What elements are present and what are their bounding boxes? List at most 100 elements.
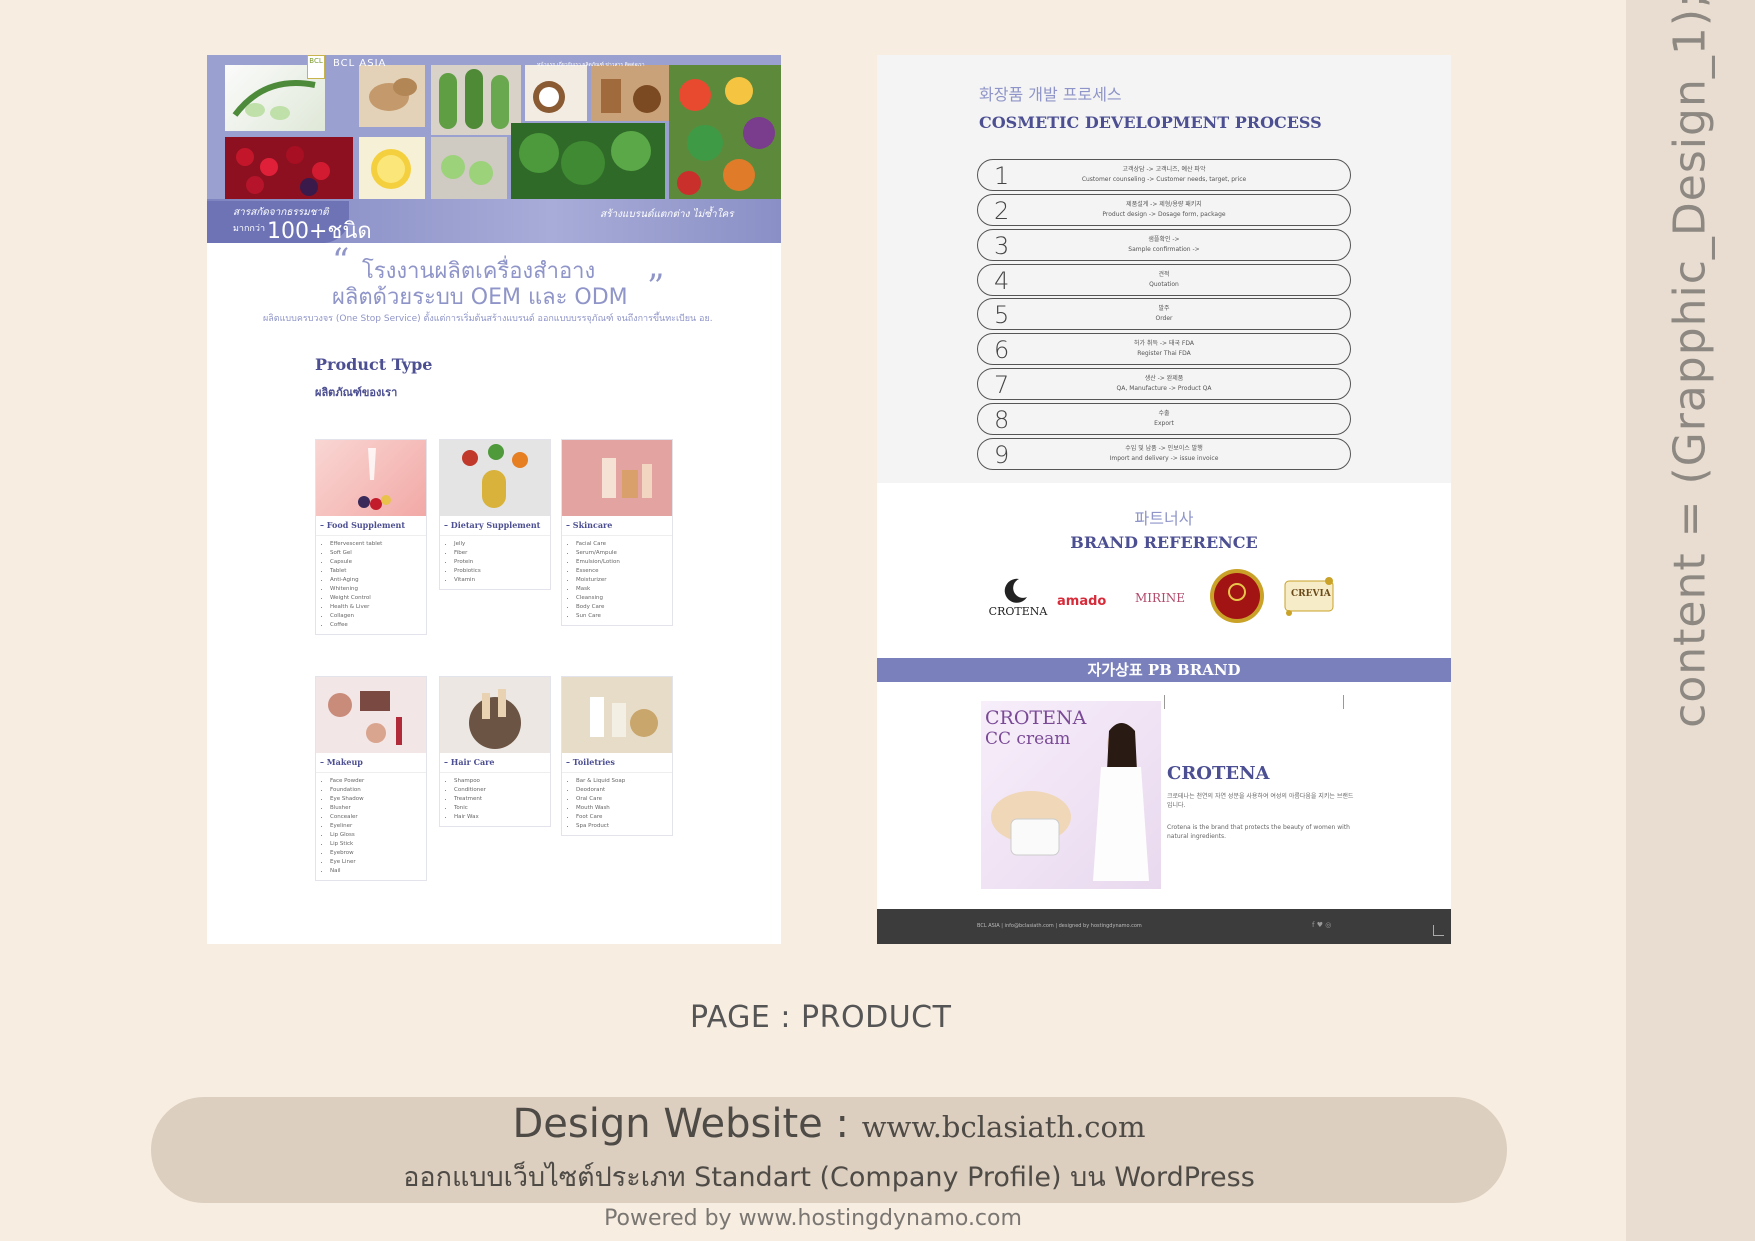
card-list: Shampoo Conditioner Treatment Tonic Hair… xyxy=(440,773,550,826)
step-en: Register Thai FDA xyxy=(1137,350,1191,357)
toiletries-image xyxy=(562,677,672,753)
card-title: – Dietary Supplement xyxy=(440,516,550,536)
step-kr: 허가 취득 -> 태국 FDA xyxy=(1133,340,1194,347)
step-kr: 고객상담 -> 고객니즈, 예산 파악 xyxy=(1122,166,1206,173)
brand-label: amado xyxy=(1057,594,1107,609)
step-kr: 발주 xyxy=(1158,305,1170,312)
step-kr: 샘플확인 -> xyxy=(1148,236,1180,243)
open-quote: “ xyxy=(332,241,350,281)
list-item: Serum/Ampule xyxy=(576,549,668,558)
card-title: – Hair Care xyxy=(440,753,550,773)
list-item: Tablet xyxy=(330,567,422,576)
hero-tagline: สร้างแบรนด์แตกต่าง ไม่ซ้ำใคร xyxy=(600,209,734,220)
product-type-title: Product Type xyxy=(315,355,433,374)
headline-line2: ผลิตด้วยระบบ OEM และ ODM xyxy=(332,285,628,310)
crotena-title: CROTENA xyxy=(1167,763,1270,784)
card-title: – Makeup xyxy=(316,753,426,773)
lemon-image xyxy=(359,137,425,199)
product-card-toiletries[interactable]: – Toiletries Bar & Liquid Soap Deodorant… xyxy=(561,676,673,836)
list-item: Lip Stick xyxy=(330,840,422,849)
brand-logo-amado[interactable]: amado xyxy=(1057,590,1106,609)
brand-logo-seal[interactable] xyxy=(1209,568,1265,628)
design-website-line: Design Website : www.bclasiath.com xyxy=(151,1101,1507,1147)
list-item: Foundation xyxy=(330,786,422,795)
list-item: Oral Care xyxy=(576,795,668,804)
process-step: 4 견적 Quotation xyxy=(977,264,1351,296)
list-item: Body Care xyxy=(576,603,668,612)
scroll-top-icon[interactable] xyxy=(1433,925,1444,936)
process-step: 7 생산 -> 완제품 QA, Manufacture -> Product QA xyxy=(977,368,1351,400)
list-item: Blusher xyxy=(330,804,422,813)
nav-menu[interactable]: หน้าแรก เกี่ยวกับเรา ผลิตภัณฑ์ ข่าวสาร ต… xyxy=(537,61,645,69)
design-website-url[interactable]: www.bclasiath.com xyxy=(862,1110,1146,1144)
list-item: Eyebrow xyxy=(330,849,422,858)
list-item: Mask xyxy=(576,585,668,594)
divider-line xyxy=(1343,695,1344,709)
product-card-skincare[interactable]: – Skincare Facial Care Serum/Ampule Emul… xyxy=(561,439,673,626)
list-item: Protein xyxy=(454,558,546,567)
hero-badge-line2: มากกว่า xyxy=(233,224,265,234)
list-item: Emulsion/Lotion xyxy=(576,558,668,567)
headline-subtext: ผลิตแบบครบวงจร (One Stop Service) ตั้งแต… xyxy=(263,314,713,324)
list-item: Probiotics xyxy=(454,567,546,576)
card-title: – Food Supplement xyxy=(316,516,426,536)
list-item: Cleansing xyxy=(576,594,668,603)
product-card-makeup[interactable]: – Makeup Face Powder Foundation Eye Shad… xyxy=(315,676,427,881)
pb-brand-band: 자가상표 PB BRAND xyxy=(877,658,1451,682)
card-title: – Toiletries xyxy=(562,753,672,773)
list-item: Vitamin xyxy=(454,576,546,585)
side-label: content = (Grapphic_Design_1); xyxy=(1664,0,1716,728)
step-en: Export xyxy=(1154,420,1174,427)
brand-logo-mirine[interactable]: MIRINE xyxy=(1135,587,1185,606)
ad-artwork xyxy=(991,723,1149,881)
ginger-image xyxy=(359,65,425,127)
list-item: Capsule xyxy=(330,558,422,567)
social-icons[interactable]: f ♥ ◎ xyxy=(1312,921,1331,929)
process-step: 5 발주 Order xyxy=(977,298,1351,330)
list-item: Eye Shadow xyxy=(330,795,422,804)
product-card-dietary-supplement[interactable]: – Dietary Supplement Jelly Fiber Protein… xyxy=(439,439,551,590)
list-item: Whitening xyxy=(330,585,422,594)
product-card-hair-care[interactable]: – Hair Care Shampoo Conditioner Treatmen… xyxy=(439,676,551,827)
card-list: Facial Care Serum/Ampule Emulsion/Lotion… xyxy=(562,536,672,625)
list-item: Effervescent tablet xyxy=(330,540,422,549)
centella-image xyxy=(511,123,665,199)
brand-logo-crotena[interactable]: CROTENA xyxy=(985,575,1051,625)
list-item: Mouth Wash xyxy=(576,804,668,813)
list-item: Tonic xyxy=(454,804,546,813)
list-item: Jelly xyxy=(454,540,546,549)
card-title: – Skincare xyxy=(562,516,672,536)
step-kr: 견적 xyxy=(1158,271,1170,278)
powered-by[interactable]: Powered by www.hostingdynamo.com xyxy=(0,1206,1626,1231)
list-item: Collagen xyxy=(330,612,422,621)
crotena-ad-image[interactable]: CROTENA CC cream xyxy=(981,701,1161,889)
crotena-text-en: Crotena is the brand that protects the b… xyxy=(1167,824,1350,840)
list-item: Essence xyxy=(576,567,668,576)
list-item: Facial Care xyxy=(576,540,668,549)
card-list: Effervescent tablet Soft Gel Capsule Tab… xyxy=(316,536,426,634)
process-step: 6 허가 취득 -> 태국 FDA Register Thai FDA xyxy=(977,333,1351,365)
hero-badge-big: 100+ชนิด xyxy=(267,219,372,244)
step-en: Product design -> Dosage form, package xyxy=(1102,211,1226,218)
list-item: Anti-Aging xyxy=(330,576,422,585)
list-item: Spa Product xyxy=(576,822,668,831)
list-item: Weight Control xyxy=(330,594,422,603)
brand-label: CROTENA xyxy=(988,605,1048,618)
right-page-preview: 화장품 개발 프로세스 COSMETIC DEVELOPMENT PROCESS… xyxy=(877,55,1451,944)
food-supplement-image xyxy=(316,440,426,516)
process-title-en: COSMETIC DEVELOPMENT PROCESS xyxy=(979,113,1322,132)
product-type-subtitle: ผลิตภัณฑ์ของเรา xyxy=(315,386,398,399)
list-item: Sun Care xyxy=(576,612,668,621)
process-step: 8 수출 Export xyxy=(977,403,1351,435)
step-en: Quotation xyxy=(1149,281,1179,288)
bcl-logo[interactable]: BCL xyxy=(307,55,325,79)
process-title-kr: 화장품 개발 프로세스 xyxy=(979,85,1122,104)
brand-logo-crevia[interactable]: CREVIA xyxy=(1279,573,1339,623)
brand-label: CREVIA xyxy=(1291,589,1331,599)
step-en: Order xyxy=(1155,315,1173,322)
card-list: Bar & Liquid Soap Deodorant Oral Care Mo… xyxy=(562,773,672,835)
product-card-food-supplement[interactable]: – Food Supplement Effervescent tablet So… xyxy=(315,439,427,635)
list-item: Shampoo xyxy=(454,777,546,786)
coconut-image xyxy=(525,65,587,121)
skincare-image xyxy=(562,440,672,516)
